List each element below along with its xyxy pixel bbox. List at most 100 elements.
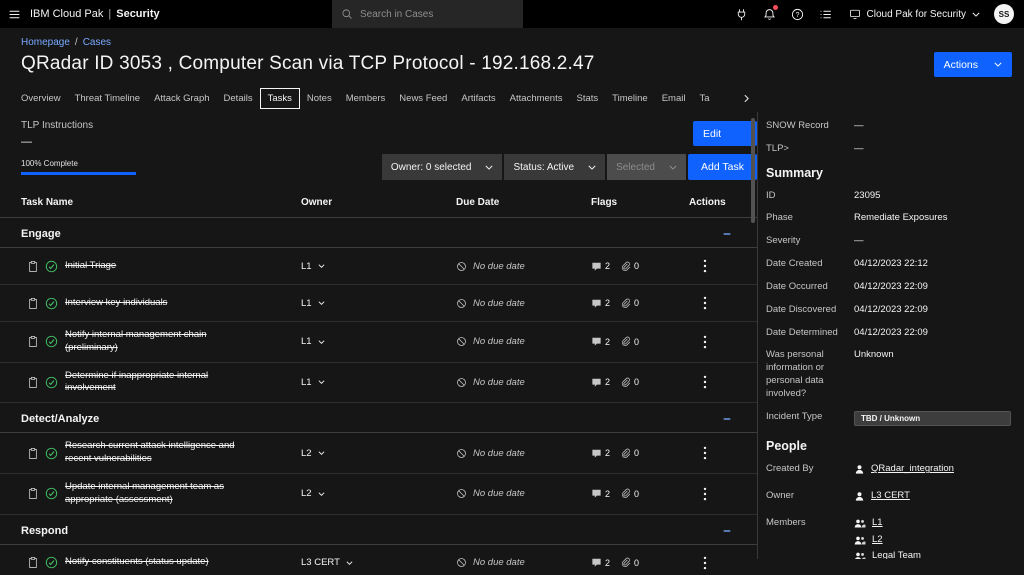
attachments-flag[interactable]: 0 — [620, 261, 639, 272]
owner-person[interactable]: L3 CERT — [854, 490, 1011, 503]
task-section: Detect/Analyze Research current attack i… — [0, 403, 757, 515]
kebab-icon — [703, 259, 707, 273]
tab-news-feed[interactable]: News Feed — [392, 88, 454, 109]
tab-threat-timeline[interactable]: Threat Timeline — [68, 88, 147, 109]
task-owner-dropdown[interactable]: L2 — [301, 448, 325, 459]
task-owner-dropdown[interactable]: L1 — [301, 298, 325, 309]
created-by-link[interactable]: QRadar_integration — [871, 463, 954, 476]
collapse-section-button[interactable] — [722, 229, 732, 239]
task-name[interactable]: Research current attack intelligence and… — [65, 440, 260, 466]
tab-ta[interactable]: Ta — [692, 88, 716, 109]
search-input[interactable] — [360, 8, 514, 20]
created-by-person[interactable]: QRadar_integration — [854, 463, 1011, 476]
member-name[interactable]: L2 — [872, 534, 883, 547]
clipboard-icon[interactable] — [27, 556, 39, 569]
clipboard-icon[interactable] — [27, 447, 39, 460]
hamburger-menu-button[interactable] — [0, 0, 28, 28]
member-item[interactable]: L2 — [854, 534, 1011, 547]
task-owner-dropdown[interactable]: L3 CERT — [301, 557, 353, 568]
actions-button[interactable]: Actions — [933, 52, 1012, 77]
clipboard-icon[interactable] — [27, 487, 39, 500]
comments-flag[interactable]: 2 — [591, 336, 610, 347]
member-name[interactable]: Legal Team — [872, 550, 921, 559]
incident-type-tag[interactable]: TBD / Unknown — [854, 410, 1011, 427]
activity-log-button[interactable] — [812, 0, 840, 28]
comments-flag[interactable]: 2 — [591, 261, 610, 272]
collapse-section-button[interactable] — [722, 526, 732, 536]
connections-button[interactable] — [728, 0, 756, 28]
member-item[interactable]: Legal Team — [854, 550, 1011, 559]
clipboard-icon[interactable] — [27, 335, 39, 348]
task-name[interactable]: Interview key individuals — [65, 297, 167, 310]
member-item[interactable]: L1 — [854, 517, 1011, 530]
brand[interactable]: IBM Cloud Pak | Security — [30, 8, 160, 20]
notifications-button[interactable] — [756, 0, 784, 28]
user-avatar[interactable]: SS — [994, 4, 1014, 24]
task-owner-dropdown[interactable]: L2 — [301, 488, 325, 499]
task-owner-dropdown[interactable]: L1 — [301, 336, 325, 347]
workspace-switcher[interactable]: Cloud Pak for Security — [840, 0, 990, 28]
field-label: Date Discovered — [766, 303, 837, 315]
owner-link[interactable]: L3 CERT — [871, 490, 910, 503]
task-row-icons — [21, 297, 58, 310]
tab-stats[interactable]: Stats — [569, 88, 605, 109]
clipboard-icon[interactable] — [27, 260, 39, 273]
column-task-name: Task Name — [21, 197, 74, 208]
sidebar-field: Date Determined 04/12/2023 22:09 — [766, 327, 1011, 340]
tab-notes[interactable]: Notes — [300, 88, 339, 109]
task-overflow-menu-button[interactable] — [696, 485, 714, 503]
comments-flag[interactable]: 2 — [591, 557, 610, 568]
tab-details[interactable]: Details — [217, 88, 260, 109]
task-overflow-menu-button[interactable] — [696, 444, 714, 462]
attachments-flag[interactable]: 0 — [620, 377, 639, 388]
breadcrumb-homepage[interactable]: Homepage — [21, 37, 70, 48]
clipboard-icon[interactable] — [27, 297, 39, 310]
comments-flag[interactable]: 2 — [591, 488, 610, 499]
task-name[interactable]: Initial Triage — [65, 260, 116, 273]
tab-attachments[interactable]: Attachments — [503, 88, 570, 109]
task-owner-dropdown[interactable]: L1 — [301, 261, 325, 272]
collapse-section-button[interactable] — [722, 414, 732, 424]
task-overflow-menu-button[interactable] — [696, 554, 714, 572]
add-task-button[interactable]: Add Task — [688, 154, 757, 180]
member-name[interactable]: L1 — [872, 517, 883, 530]
tab-overview[interactable]: Overview — [14, 88, 68, 109]
comments-flag[interactable]: 2 — [591, 298, 610, 309]
task-overflow-menu-button[interactable] — [696, 294, 714, 312]
task-row-icons — [21, 447, 58, 460]
tab-attack-graph[interactable]: Attack Graph — [147, 88, 216, 109]
task-owner-dropdown[interactable]: L1 — [301, 377, 325, 388]
attachments-flag[interactable]: 0 — [620, 298, 639, 309]
task-overflow-menu-button[interactable] — [696, 333, 714, 351]
tab-timeline[interactable]: Timeline — [605, 88, 655, 109]
comments-flag[interactable]: 2 — [591, 448, 610, 459]
task-name[interactable]: Notify constituents (status update) — [65, 556, 209, 569]
chevron-down-icon — [994, 62, 1002, 67]
task-overflow-menu-button[interactable] — [696, 373, 714, 391]
clipboard-icon[interactable] — [27, 376, 39, 389]
attachments-flag[interactable]: 0 — [620, 448, 639, 459]
scrollbar-thumb[interactable] — [751, 118, 755, 223]
tab-tasks[interactable]: Tasks — [259, 87, 300, 109]
task-name[interactable]: Update internal management team as appro… — [65, 481, 260, 507]
tab-email[interactable]: Email — [655, 88, 693, 109]
global-search[interactable] — [332, 0, 523, 28]
help-button[interactable]: ? — [784, 0, 812, 28]
breadcrumb-cases[interactable]: Cases — [83, 37, 111, 48]
tab-artifacts[interactable]: Artifacts — [454, 88, 502, 109]
attachments-flag[interactable]: 0 — [620, 488, 639, 499]
comments-flag[interactable]: 2 — [591, 377, 610, 388]
paperclip-icon — [620, 448, 631, 459]
comment-count: 2 — [605, 377, 611, 388]
attachments-flag[interactable]: 0 — [620, 557, 639, 568]
status-filter-dropdown[interactable]: Status: Active — [504, 154, 606, 180]
task-name[interactable]: Notify internal management chain (prelim… — [65, 329, 260, 355]
selected-filter-dropdown[interactable]: Selected — [607, 154, 686, 180]
task-name[interactable]: Determine if inappropriate internal invo… — [65, 370, 260, 396]
owner-filter-dropdown[interactable]: Owner: 0 selected — [381, 154, 503, 180]
tab-scroll-right-button[interactable] — [735, 86, 757, 110]
task-overflow-menu-button[interactable] — [696, 257, 714, 275]
attachments-flag[interactable]: 0 — [620, 336, 639, 347]
tab-members[interactable]: Members — [339, 88, 393, 109]
edit-button[interactable]: Edit — [693, 121, 757, 146]
